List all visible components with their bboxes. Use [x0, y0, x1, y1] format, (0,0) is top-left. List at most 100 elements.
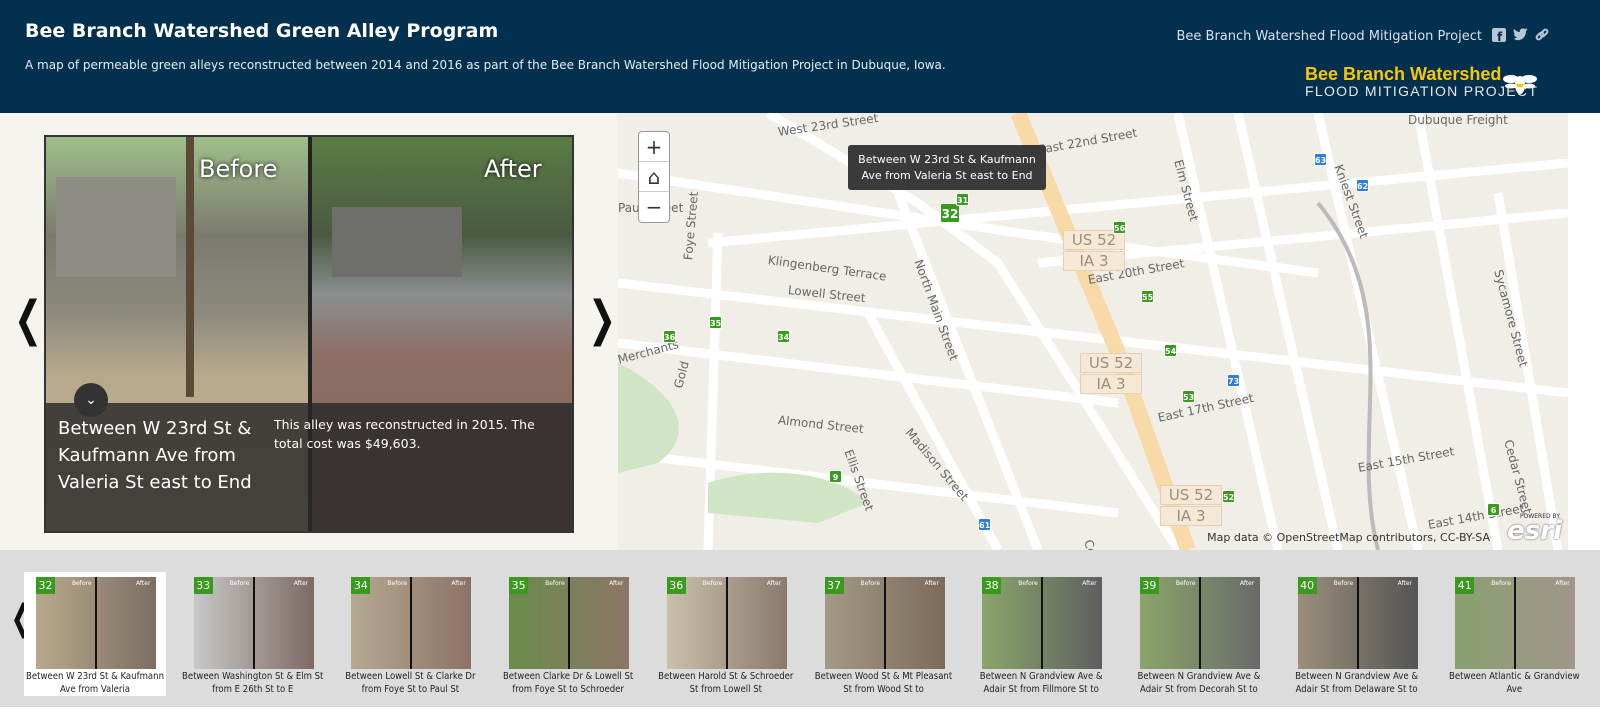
map-marker[interactable]: 73 [1227, 374, 1240, 387]
highway-shield: IA 3 [1160, 506, 1222, 526]
bee-logo-icon [1503, 75, 1537, 94]
feature-caption: ⌄ Between W 23rd St & Kaufmann Ave from … [46, 383, 572, 531]
carousel-item[interactable]: 33 Before After Between Washington St & … [182, 572, 324, 696]
thumb-before-label: Before [229, 580, 250, 587]
carousel-item[interactable]: 34 Before After Between Lowell St & Clar… [339, 572, 481, 696]
zoom-in-button[interactable]: + [639, 132, 669, 162]
map-marker[interactable]: 35 [709, 316, 722, 329]
thumbnail-image: 41 Before After [1455, 577, 1576, 669]
link-icon[interactable] [1535, 28, 1549, 46]
item-caption: Between Harold St & Schroeder St from Lo… [658, 671, 794, 695]
thumb-after-label: After [1239, 580, 1255, 587]
thumb-after-label: After [1397, 580, 1413, 587]
item-caption: Between Lowell St & Clarke Dr from Foye … [345, 671, 476, 695]
esri-logo: esri [1507, 516, 1562, 546]
thumb-before-label: Before [1333, 580, 1354, 587]
map-marker[interactable]: 9 [829, 470, 842, 483]
carousel-item[interactable]: 36 Before After Between Harold St & Schr… [655, 572, 797, 696]
twitter-icon[interactable] [1513, 28, 1529, 46]
item-number: 35 [509, 577, 529, 594]
map-marker[interactable]: 55 [1141, 290, 1154, 303]
highway-shield: IA 3 [1063, 251, 1125, 271]
map-marker[interactable]: 34 [777, 330, 790, 343]
highway-shield: IA 3 [1080, 374, 1142, 394]
item-caption: Between N Grandview Ave & Adair St from … [979, 671, 1103, 695]
project-link[interactable]: Bee Branch Watershed Flood Mitigation Pr… [1176, 29, 1482, 44]
carousel-item[interactable]: 37 Before After Between Wood St & Mt Ple… [813, 572, 955, 696]
thumb-after-label: After [1082, 580, 1097, 587]
street-label: Dubuque Freight [1408, 113, 1508, 127]
thumb-after-label: After [451, 580, 466, 587]
thumb-before-label: Before [545, 580, 565, 587]
thumb-after-label: After [766, 580, 782, 587]
item-number: 38 [982, 577, 1002, 594]
item-caption: Between W 23rd St & Kaufmann Ave from Va… [25, 671, 164, 695]
highway-shield: US 52 [1080, 353, 1142, 373]
thumbnail-image: 37 Before After [824, 577, 945, 669]
next-feature-button[interactable]: ❯ [588, 291, 616, 347]
map-marker[interactable]: 52 [1222, 490, 1235, 503]
thumbnail-image: 38 Before After [982, 577, 1103, 669]
item-number: 34 [351, 577, 371, 594]
app-subtitle: A map of permeable green alleys reconstr… [25, 58, 946, 72]
item-number: 40 [1297, 577, 1317, 594]
header: Bee Branch Watershed Green Alley Program… [0, 0, 1600, 113]
map-marker[interactable]: 61 [978, 518, 991, 531]
thumb-after-label: After [1555, 580, 1570, 587]
map[interactable]: West 23rd Street East 22nd Street Elm Stre… [618, 113, 1568, 550]
thumb-before-label: Before [1491, 580, 1511, 587]
scrollbar[interactable] [1568, 113, 1600, 550]
thumb-after-label: After [609, 580, 624, 587]
before-after-photo: Before After ⌄ Between W 23rd St & Kaufm… [44, 135, 574, 533]
before-label: Before [199, 155, 278, 183]
carousel-item[interactable]: 35 Before After Between Clarke Dr & Lowe… [497, 572, 639, 696]
item-caption: Between Clarke Dr & Lowell St from Foye … [502, 671, 634, 695]
map-marker[interactable]: 6 [1487, 503, 1500, 516]
feature-title: Between W 23rd St & Kaufmann Ave from Va… [58, 418, 252, 493]
previous-feature-button[interactable]: ❮ [14, 291, 42, 347]
zoom-controls: + ⌂ − [638, 131, 670, 223]
item-number: 41 [1455, 577, 1475, 594]
map-marker[interactable]: 31 [956, 193, 969, 206]
thumb-before-label: Before [72, 580, 92, 587]
zoom-out-button[interactable]: − [639, 192, 669, 222]
item-caption: Between Washington St & Elm St from E 26… [181, 671, 324, 695]
thumbnail-image: 35 Before After [509, 577, 630, 669]
map-basemap [618, 113, 1568, 550]
carousel-item[interactable]: 38 Before After Between N Grandview Ave … [970, 572, 1112, 696]
item-caption: Between N Grandview Ave & Adair St from … [1295, 671, 1418, 695]
carousel-item[interactable]: 41 Before After Between Atlantic & Grand… [1443, 572, 1585, 696]
carousel: ❮ ❯ 32 Before After Between W 23rd St & … [0, 550, 1600, 707]
item-caption: Between Wood St & Mt Pleasant St from Wo… [814, 671, 953, 695]
app-title: Bee Branch Watershed Green Alley Program [25, 20, 499, 42]
logo-title: Bee Branch Watershed [1305, 64, 1502, 84]
thumb-before-label: Before [1018, 580, 1038, 587]
thumb-before-label: Before [387, 580, 408, 587]
facebook-icon[interactable]: f [1492, 28, 1506, 46]
map-marker[interactable]: 53 [1182, 390, 1195, 403]
map-marker[interactable]: 56 [1113, 221, 1126, 234]
map-marker[interactable]: 36 [663, 330, 676, 343]
item-number: 32 [36, 577, 55, 594]
feature-panel: ❮ ❯ Before After ⌄ Between W 23rd St & K… [0, 113, 618, 550]
carousel-item[interactable]: 40 Before After Between N Grandview Ave … [1286, 572, 1428, 696]
thumb-after-label: After [924, 580, 939, 587]
thumb-before-label: Before [702, 580, 723, 587]
carousel-item[interactable]: 39 Before After Between N Grandview Ave … [1128, 572, 1270, 696]
thumb-after-label: After [136, 580, 151, 587]
map-marker[interactable]: 62 [1356, 179, 1369, 192]
map-tooltip: Between W 23rd St & Kaufmann Ave from Va… [848, 145, 1046, 190]
home-button[interactable]: ⌂ [639, 162, 669, 192]
map-marker[interactable]: 63 [1314, 153, 1327, 166]
carousel-item[interactable]: 32 Before After Between W 23rd St & Kauf… [24, 572, 166, 696]
thumbnail-image: 32 Before After [36, 577, 156, 669]
collapse-caption-button[interactable]: ⌄ [74, 383, 108, 417]
item-caption: Between N Grandview Ave & Adair St from … [1137, 671, 1261, 695]
item-number: 37 [824, 577, 844, 594]
after-label: After [484, 155, 542, 183]
item-number: 36 [666, 577, 686, 594]
thumbnail-image: 34 Before After [351, 577, 472, 669]
thumbnail-image: 39 Before After [1139, 577, 1260, 669]
map-marker[interactable]: 54 [1164, 344, 1177, 357]
thumb-after-label: After [293, 580, 309, 587]
